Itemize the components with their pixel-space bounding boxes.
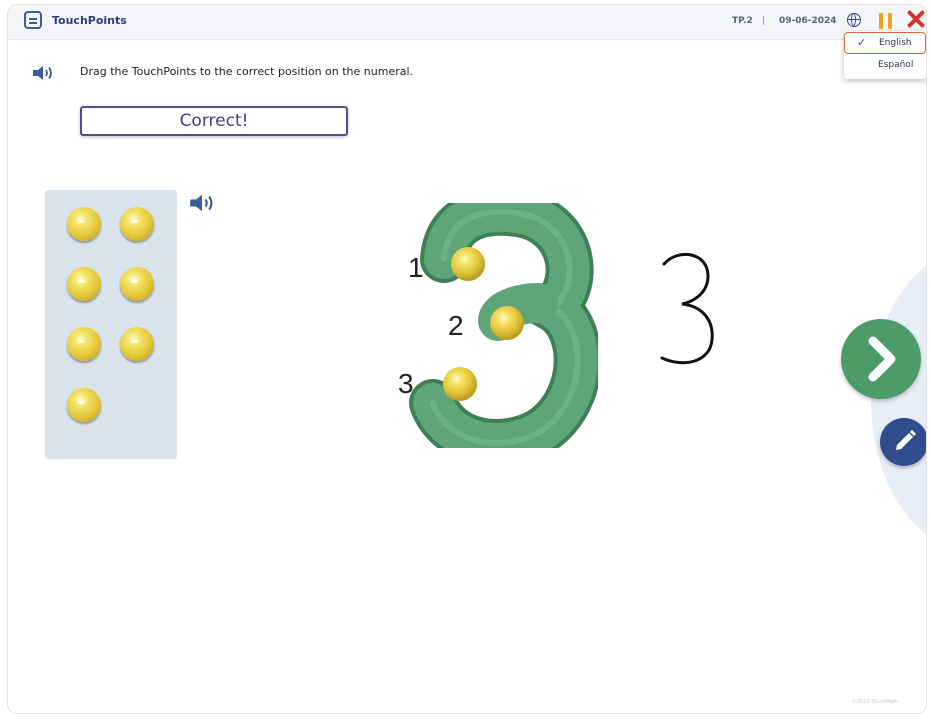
edit-button[interactable]	[880, 418, 926, 466]
top-bar: TouchPoints TP.2 | 09-06-2024	[8, 5, 926, 40]
touchpoint-token[interactable]	[67, 207, 101, 241]
touchpoint-token[interactable]	[120, 267, 154, 301]
app-logo-icon	[24, 11, 42, 29]
language-label: Español	[878, 60, 914, 70]
touchpoint-token[interactable]	[67, 327, 101, 361]
copyright-text: ©2023 TouchMath	[852, 699, 899, 705]
pencil-icon	[896, 430, 916, 450]
language-option-spanish[interactable]: Español	[844, 55, 926, 77]
app-window: TouchPoints TP.2 | 09-06-2024 Drag the T…	[7, 4, 927, 714]
language-menu: ✓ English Español	[844, 31, 926, 79]
numeral-three: 1 2 3	[398, 203, 598, 448]
instruction-text: Drag the TouchPoints to the correct posi…	[80, 65, 414, 78]
handwritten-numeral	[660, 253, 714, 365]
next-button[interactable]	[841, 319, 921, 399]
placed-touchpoint[interactable]	[490, 306, 524, 340]
touchpoint-token[interactable]	[120, 327, 154, 361]
speaker-icon[interactable]	[32, 64, 54, 82]
touchpoint-label-2: 2	[448, 310, 464, 341]
language-label: English	[879, 38, 912, 48]
touchpoint-label-1: 1	[408, 252, 424, 283]
touchpoint-token[interactable]	[120, 207, 154, 241]
app-title: TouchPoints	[52, 14, 127, 27]
speaker-icon[interactable]	[189, 192, 213, 212]
placed-touchpoint[interactable]	[451, 247, 485, 281]
chevron-right-icon	[868, 336, 896, 382]
touchpoint-label-3: 3	[398, 368, 414, 399]
touchpoint-tray	[45, 190, 177, 459]
lesson-date: 09-06-2024	[779, 16, 837, 26]
close-icon[interactable]	[907, 10, 925, 28]
header-separator: |	[762, 16, 766, 26]
pause-icon	[879, 13, 883, 29]
touchpoint-token[interactable]	[67, 388, 101, 422]
pause-button[interactable]	[879, 13, 893, 29]
language-option-english[interactable]: ✓ English	[844, 32, 926, 54]
globe-icon[interactable]	[847, 13, 861, 27]
feedback-box: Correct!	[80, 106, 348, 136]
check-icon: ✓	[857, 36, 867, 49]
touchpoint-token[interactable]	[67, 267, 101, 301]
lesson-code: TP.2	[732, 16, 753, 26]
background-circle	[871, 250, 926, 550]
placed-touchpoint[interactable]	[443, 367, 477, 401]
